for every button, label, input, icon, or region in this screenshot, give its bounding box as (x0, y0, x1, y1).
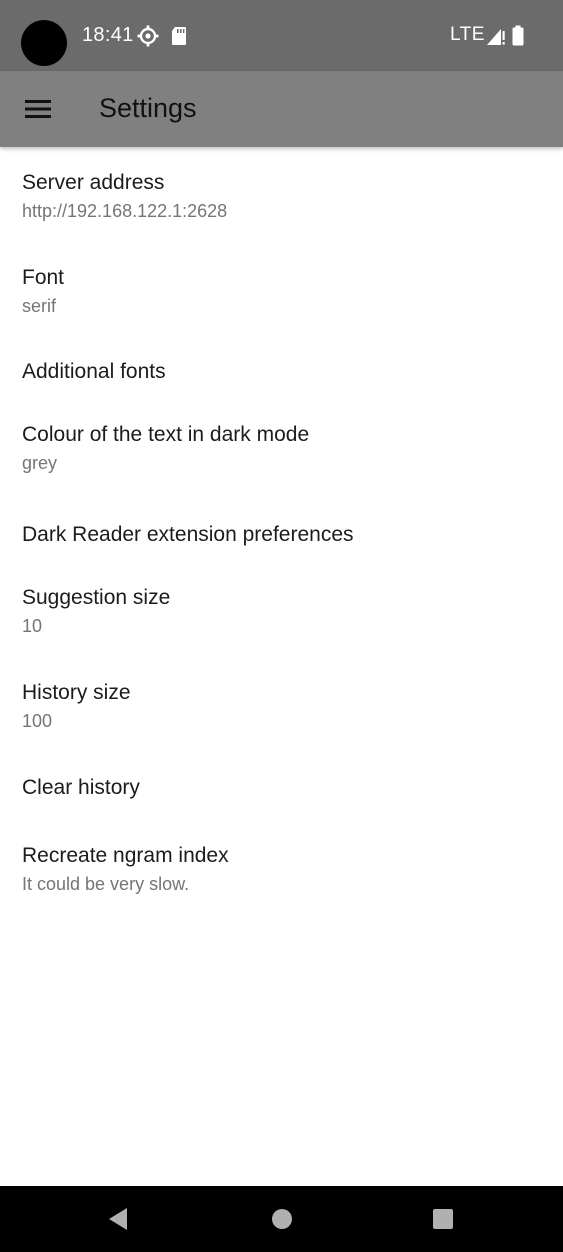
pref-title: Font (22, 266, 65, 289)
signal-icon (486, 25, 506, 47)
sd-card-icon (170, 25, 190, 47)
pref-title: Server address (22, 171, 165, 194)
pref-font[interactable]: Font serif (0, 242, 563, 336)
page-title: Settings (99, 93, 197, 123)
pref-summary: http://192.168.122.1:2628 (22, 201, 228, 221)
pref-summary: grey (22, 453, 58, 473)
pref-server-address[interactable]: Server address http://192.168.122.1:2628 (0, 147, 563, 242)
pref-dark-mode-text-colour[interactable]: Colour of the text in dark mode grey (0, 405, 563, 499)
pref-title: Colour of the text in dark mode (22, 423, 310, 446)
pref-title: Suggestion size (22, 586, 171, 609)
pref-clear-history[interactable]: Clear history (0, 757, 563, 826)
settings-list: Server address http://192.168.122.1:2628… (0, 147, 563, 920)
settings-gear-icon (137, 25, 159, 47)
pref-title: Dark Reader extension preferences (22, 523, 354, 546)
battery-icon (511, 25, 531, 47)
pref-summary: 100 (22, 711, 53, 731)
app-bar: Settings (0, 71, 563, 147)
pref-summary: 10 (22, 616, 43, 636)
pref-title: Recreate ngram index (22, 844, 229, 867)
pref-suggestion-size[interactable]: Suggestion size 10 (0, 568, 563, 663)
pref-summary: serif (22, 296, 57, 316)
status-time: 18:41 (82, 24, 134, 46)
camera-cutout (21, 20, 67, 66)
home-icon[interactable] (267, 1204, 297, 1234)
pref-summary: It could be very slow. (22, 874, 190, 894)
back-icon[interactable] (103, 1204, 133, 1234)
pref-additional-fonts[interactable]: Additional fonts (0, 336, 563, 405)
hamburger-menu-icon[interactable] (16, 87, 60, 131)
pref-title: History size (22, 681, 131, 704)
settings-screen: 18:41 LTE Settings Server address http:/… (0, 0, 563, 1252)
pref-title: Clear history (22, 776, 140, 799)
pref-recreate-ngram-index[interactable]: Recreate ngram index It could be very sl… (0, 826, 563, 920)
pref-history-size[interactable]: History size 100 (0, 663, 563, 757)
network-type: LTE (450, 24, 485, 45)
pref-dark-reader-preferences[interactable]: Dark Reader extension preferences (0, 499, 563, 568)
pref-title: Additional fonts (22, 360, 166, 383)
navigation-bar (0, 1186, 563, 1252)
status-bar: 18:41 LTE (0, 0, 563, 71)
recents-icon[interactable] (428, 1204, 458, 1234)
